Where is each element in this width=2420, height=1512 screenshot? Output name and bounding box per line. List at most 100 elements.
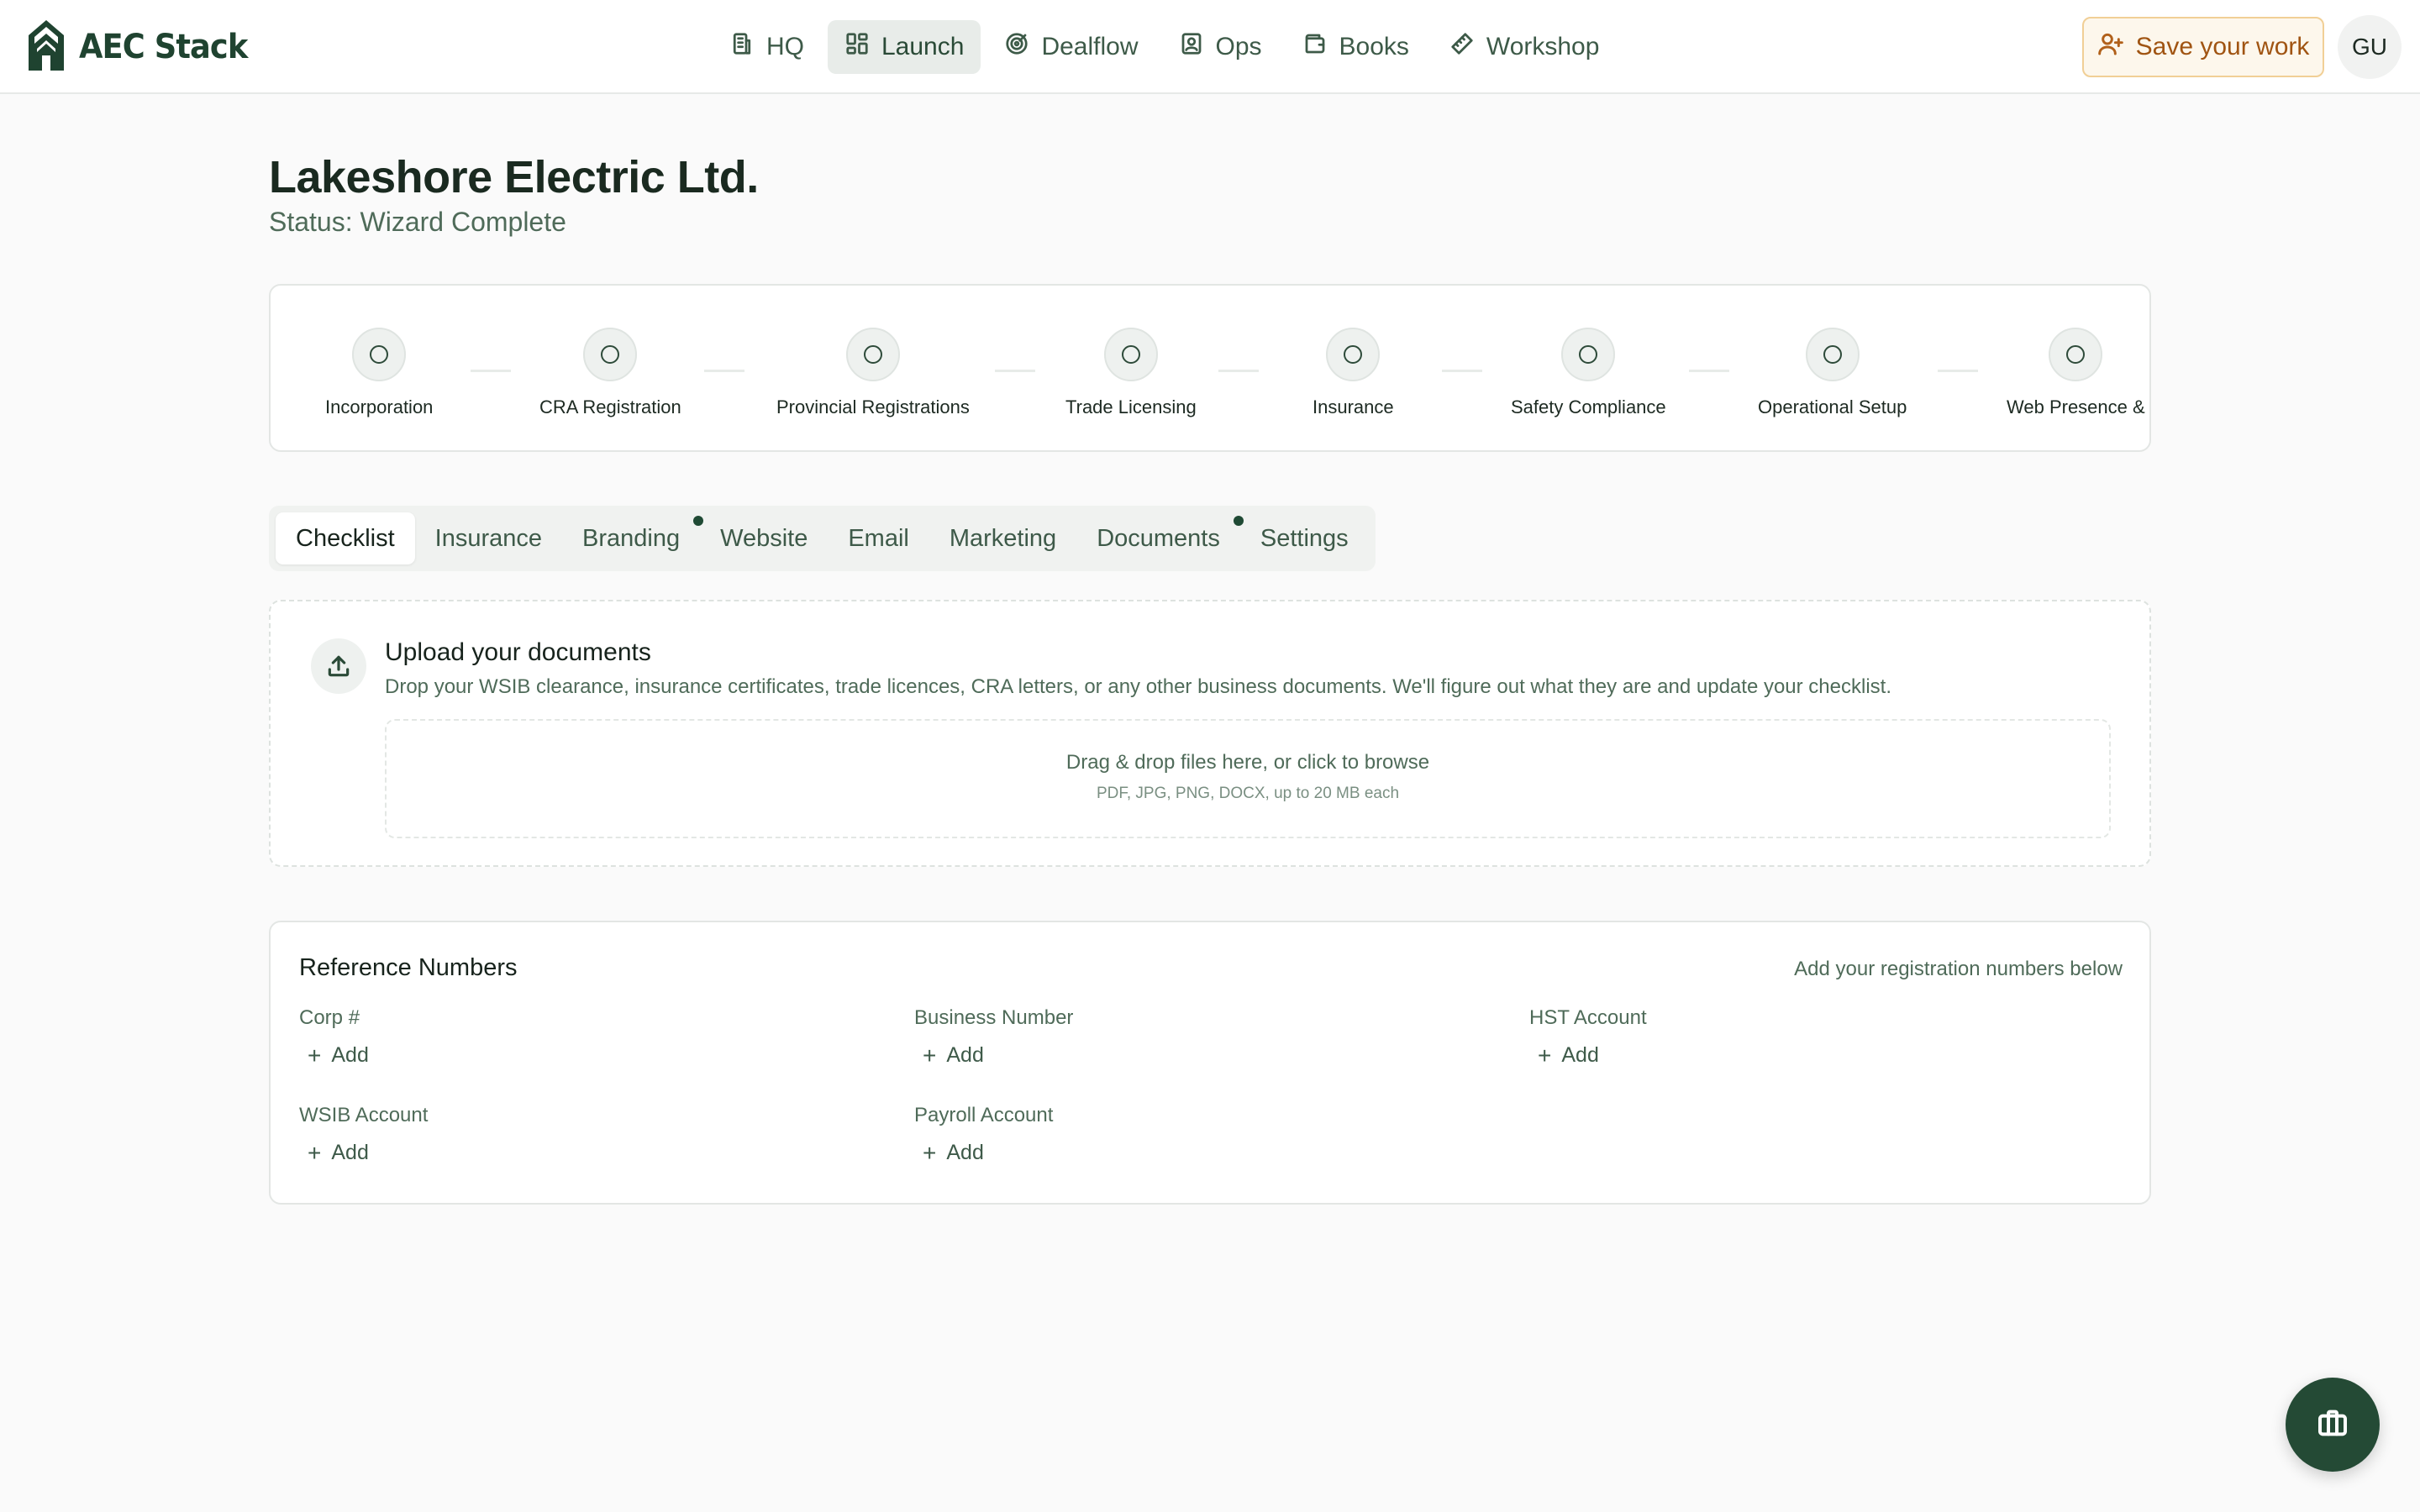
add-label: Add bbox=[946, 1141, 984, 1164]
nav-item-label: Dealflow bbox=[1041, 33, 1139, 60]
step-circle-icon bbox=[583, 328, 638, 381]
nav-item-label: Ops bbox=[1215, 33, 1262, 60]
dropzone-file-types: PDF, JPG, PNG, DOCX, up to 20 MB each bbox=[1096, 785, 1400, 802]
tab-documents[interactable]: Documents bbox=[1076, 512, 1244, 564]
nav-item-hq[interactable]: HQ bbox=[713, 20, 821, 74]
ref-field-label: Business Number bbox=[914, 1006, 1074, 1029]
plus-icon: + bbox=[923, 1139, 937, 1166]
top-navigation-bar: AEC Stack HQ Launch Dealflow Ops Books W… bbox=[0, 0, 2420, 94]
plus-icon: + bbox=[308, 1042, 322, 1068]
add-label: Add bbox=[946, 1043, 984, 1067]
step-provincial-registrations[interactable]: Provincial Registrations bbox=[776, 328, 970, 418]
step-web-presence[interactable]: Web Presence & bbox=[2007, 328, 2145, 418]
file-dropzone[interactable]: Drag & drop files here, or click to brow… bbox=[385, 719, 2111, 838]
step-circle-icon bbox=[1103, 328, 1158, 381]
tab-label: Marketing bbox=[949, 524, 1057, 552]
progress-stepper: Incorporation CRA Registration Provincia… bbox=[269, 284, 2151, 452]
add-business-number-button[interactable]: + Add bbox=[923, 1043, 1073, 1068]
main-nav: HQ Launch Dealflow Ops Books Workshop bbox=[713, 20, 1616, 74]
ref-field-label: WSIB Account bbox=[299, 1104, 429, 1126]
save-work-button[interactable]: Save your work bbox=[2082, 17, 2324, 77]
nav-item-workshop[interactable]: Workshop bbox=[1433, 20, 1617, 74]
building-icon bbox=[729, 31, 755, 63]
upload-description: Drop your WSIB clearance, insurance cert… bbox=[385, 675, 1892, 698]
step-cra-registration[interactable]: CRA Registration bbox=[539, 328, 681, 418]
reference-numbers-title: Reference Numbers bbox=[299, 954, 518, 981]
step-label: Safety Compliance bbox=[1511, 396, 1666, 417]
ruler-icon bbox=[1449, 31, 1475, 63]
ref-field-business-number: Business Number + Add bbox=[914, 1006, 1073, 1068]
step-insurance[interactable]: Insurance bbox=[1313, 328, 1394, 418]
add-corp-number-button[interactable]: + Add bbox=[308, 1043, 369, 1068]
step-label: Trade Licensing bbox=[1065, 396, 1197, 417]
nav-item-books[interactable]: Books bbox=[1286, 20, 1426, 74]
page-title: Lakeshore Electric Ltd. bbox=[269, 152, 759, 202]
nav-item-label: Launch bbox=[881, 33, 965, 60]
ref-field-label: Corp # bbox=[299, 1006, 360, 1029]
contact-icon bbox=[1179, 31, 1204, 63]
nav-item-label: Books bbox=[1339, 33, 1409, 60]
avatar[interactable]: GU bbox=[2338, 15, 2402, 79]
dropzone-instructions: Drag & drop files here, or click to brow… bbox=[1065, 751, 1430, 774]
step-label: Insurance bbox=[1313, 396, 1394, 417]
step-label: Operational Setup bbox=[1758, 396, 1907, 417]
brand-name: AEC Stack bbox=[79, 28, 248, 66]
step-trade-licensing[interactable]: Trade Licensing bbox=[1065, 328, 1197, 418]
tab-branding[interactable]: Branding bbox=[562, 512, 704, 564]
step-label: Provincial Registrations bbox=[776, 396, 970, 417]
section-tabs: Checklist Insurance Branding Website Ema… bbox=[269, 506, 1376, 571]
step-operational-setup[interactable]: Operational Setup bbox=[1758, 328, 1907, 418]
reference-numbers-hint: Add your registration numbers below bbox=[1794, 958, 2123, 980]
ref-field-label: Payroll Account bbox=[914, 1104, 1054, 1126]
step-label: Incorporation bbox=[325, 396, 434, 417]
tab-marketing[interactable]: Marketing bbox=[929, 512, 1076, 564]
tab-label: Website bbox=[720, 524, 808, 552]
upload-panel: Upload your documents Drop your WSIB cle… bbox=[269, 600, 2151, 867]
tab-label: Documents bbox=[1097, 524, 1220, 552]
add-payroll-account-button[interactable]: + Add bbox=[923, 1141, 1053, 1165]
tab-settings[interactable]: Settings bbox=[1240, 512, 1369, 564]
step-connector bbox=[1442, 370, 1482, 372]
add-label: Add bbox=[1561, 1043, 1599, 1067]
building-logo-icon bbox=[25, 18, 67, 76]
step-circle-icon bbox=[352, 328, 407, 381]
nav-item-ops[interactable]: Ops bbox=[1162, 20, 1279, 74]
nav-item-launch[interactable]: Launch bbox=[828, 20, 981, 74]
step-safety-compliance[interactable]: Safety Compliance bbox=[1511, 328, 1666, 418]
tab-checklist[interactable]: Checklist bbox=[276, 512, 415, 564]
plus-icon: + bbox=[923, 1042, 937, 1068]
nav-item-label: HQ bbox=[766, 33, 804, 60]
upload-title: Upload your documents bbox=[385, 638, 651, 666]
step-label: CRA Registration bbox=[539, 396, 681, 417]
ref-field-corp-number: Corp # + Add bbox=[299, 1006, 369, 1068]
step-circle-icon bbox=[2049, 328, 2103, 381]
save-work-label: Save your work bbox=[2135, 33, 2310, 60]
user-plus-icon bbox=[2097, 30, 2124, 64]
tab-website[interactable]: Website bbox=[700, 512, 828, 564]
step-circle-icon bbox=[1326, 328, 1381, 381]
tab-label: Settings bbox=[1260, 524, 1349, 552]
step-incorporation[interactable]: Incorporation bbox=[325, 328, 433, 418]
add-label: Add bbox=[331, 1043, 369, 1067]
tab-label: Branding bbox=[582, 524, 681, 552]
nav-item-dealflow[interactable]: Dealflow bbox=[987, 20, 1155, 74]
plus-icon: + bbox=[1538, 1042, 1552, 1068]
brand[interactable]: AEC Stack bbox=[25, 18, 262, 76]
step-connector bbox=[471, 370, 511, 372]
plus-icon: + bbox=[308, 1139, 322, 1166]
upload-icon bbox=[311, 638, 366, 694]
step-circle-icon bbox=[1561, 328, 1616, 381]
step-connector bbox=[995, 370, 1035, 372]
add-wsib-account-button[interactable]: + Add bbox=[308, 1141, 428, 1165]
tab-insurance[interactable]: Insurance bbox=[415, 512, 562, 564]
step-connector bbox=[704, 370, 744, 372]
toolkit-fab-button[interactable] bbox=[2286, 1378, 2380, 1472]
add-hst-account-button[interactable]: + Add bbox=[1538, 1043, 1647, 1068]
nav-item-label: Workshop bbox=[1486, 33, 1600, 60]
reference-numbers-card: Reference Numbers Add your registration … bbox=[269, 921, 2151, 1205]
add-label: Add bbox=[331, 1141, 369, 1164]
ref-field-payroll-account: Payroll Account + Add bbox=[914, 1104, 1053, 1165]
tab-email[interactable]: Email bbox=[828, 512, 929, 564]
tab-label: Email bbox=[848, 524, 909, 552]
ref-field-wsib-account: WSIB Account + Add bbox=[299, 1104, 428, 1165]
